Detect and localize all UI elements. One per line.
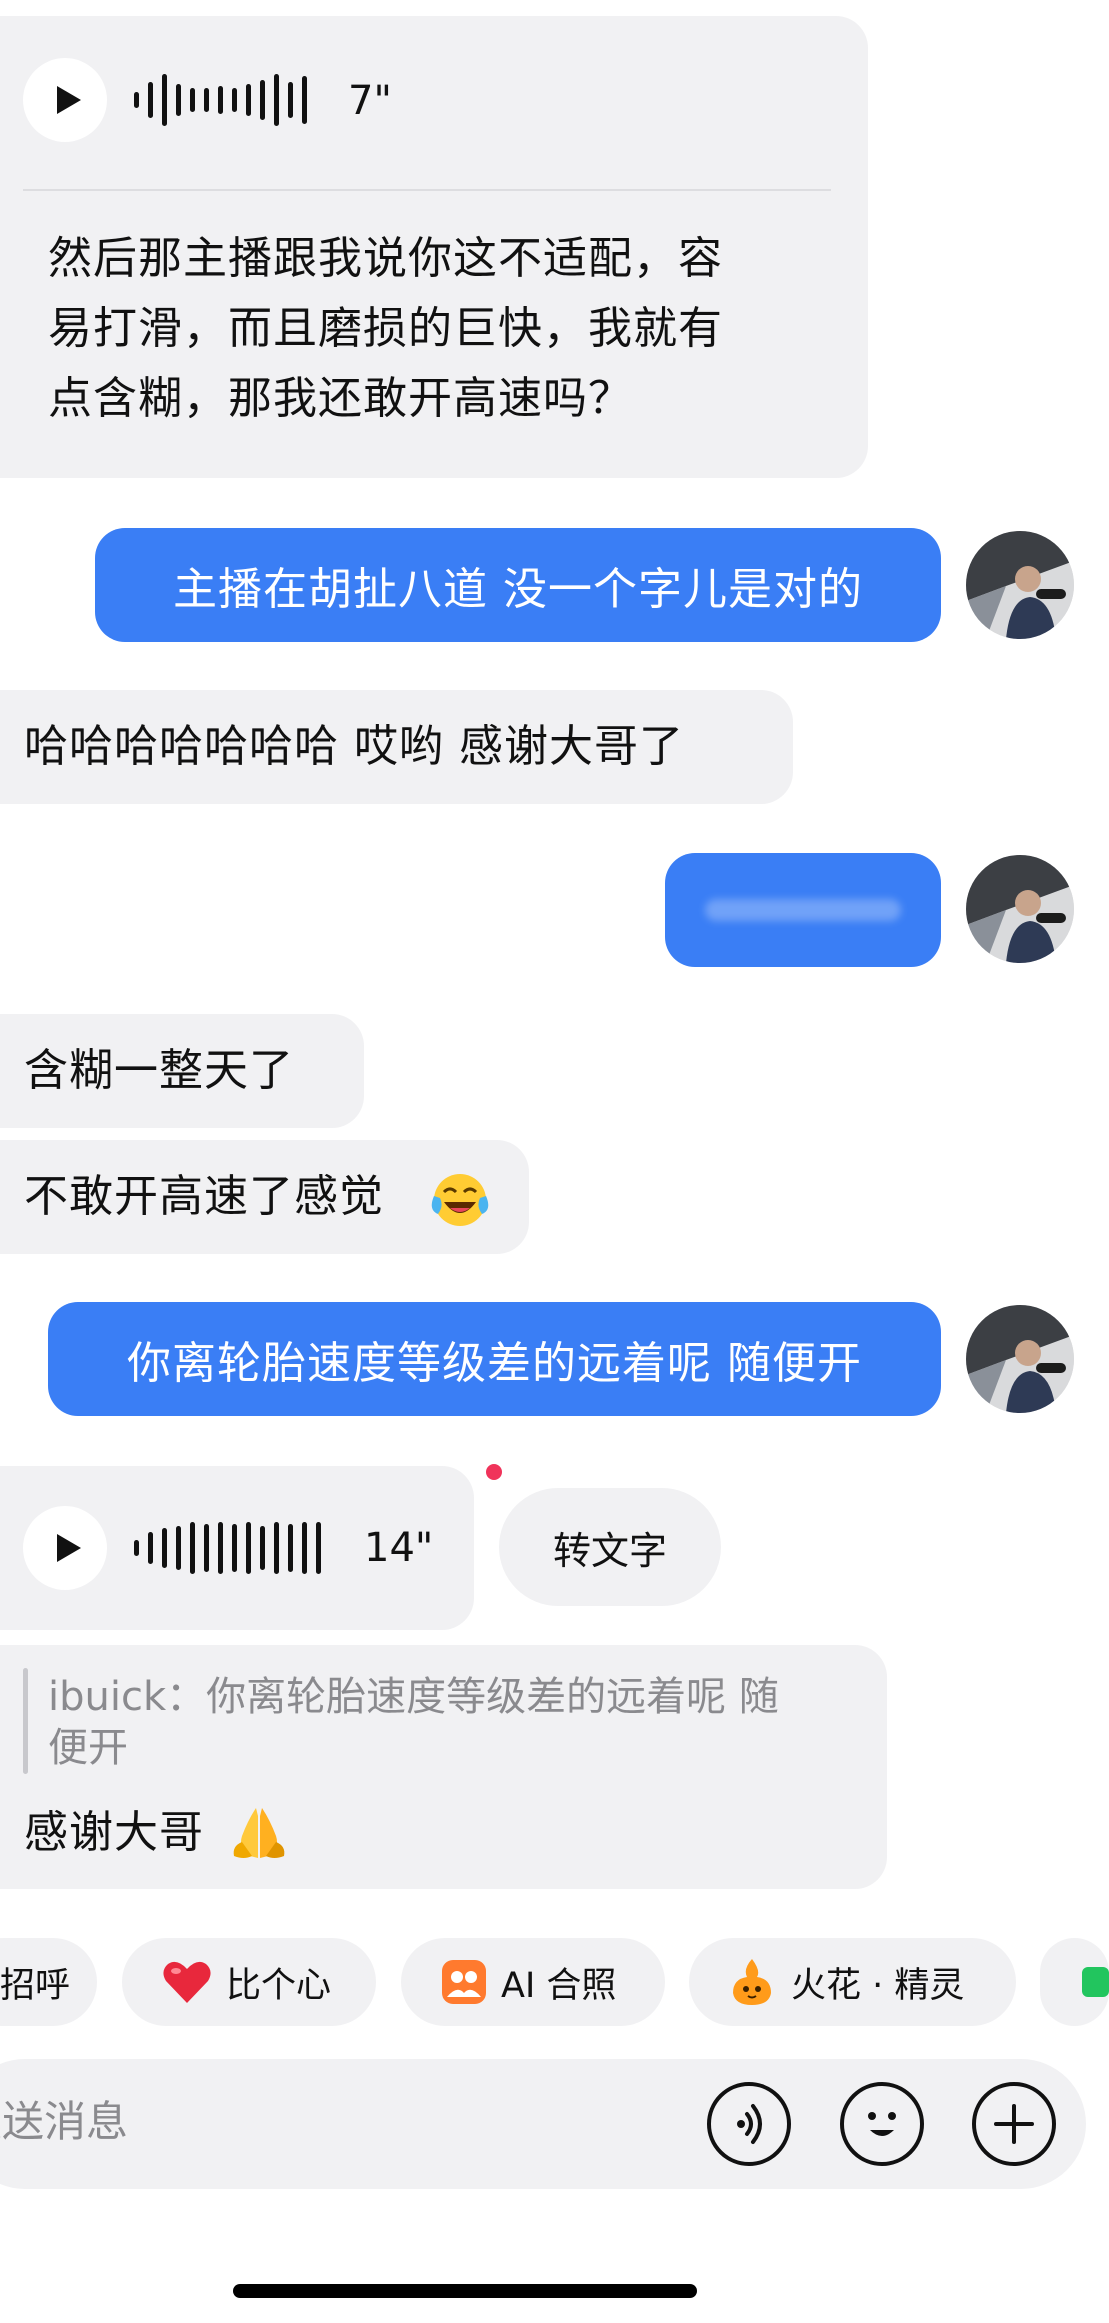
- message-text: 含糊一整天了: [24, 1045, 294, 1096]
- spark-sprite-icon: [727, 1957, 777, 2007]
- emoji-button[interactable]: [840, 2082, 924, 2166]
- voice-waveform: [134, 70, 314, 130]
- home-indicator: [233, 2284, 697, 2298]
- outgoing-message[interactable]: 你离轮胎速度等级差的远着呢 随便开: [48, 1302, 941, 1416]
- chip-label: 招呼: [0, 1965, 71, 2006]
- transcribe-button[interactable]: 转文字: [499, 1488, 721, 1606]
- play-button[interactable]: [23, 58, 107, 142]
- quick-action-spark-sprite[interactable]: 火花 · 精灵: [689, 1938, 1016, 2026]
- quote-bar: [23, 1668, 28, 1774]
- green-chip-icon: [1082, 1967, 1109, 1997]
- play-icon: [57, 1534, 81, 1562]
- outgoing-message[interactable]: 主播在胡扯八道 没一个字儿是对的: [95, 528, 941, 642]
- blurred-text: [705, 899, 901, 921]
- quick-action-ai-photo[interactable]: AI 合照: [401, 1938, 665, 2026]
- play-button[interactable]: [23, 1506, 107, 1590]
- play-icon: [57, 86, 81, 114]
- quoted-text-line: 便开: [48, 1725, 128, 1771]
- message-text: 主播在胡扯八道 没一个字儿是对的: [173, 564, 863, 615]
- voice-duration: 14": [364, 1525, 434, 1571]
- message-input[interactable]: 发送消息: [0, 2096, 128, 2148]
- laughing-tears-emoji: [430, 1170, 490, 1230]
- outgoing-message-blurred[interactable]: [665, 853, 941, 967]
- transcribe-label: 转文字: [552, 1528, 667, 1573]
- voice-transcript-line: 然后那主播跟我说你这不适配，容: [48, 233, 723, 284]
- message-text: 感谢大哥: [24, 1807, 204, 1858]
- avatar-photo-icon: [966, 855, 1074, 963]
- ai-photo-icon: [441, 1959, 487, 2005]
- emoji-face-icon: [868, 2112, 896, 2136]
- avatar-photo-icon: [966, 531, 1074, 639]
- unread-dot: [486, 1464, 502, 1480]
- plus-icon: [994, 2104, 1034, 2144]
- voice-transcript-line: 点含糊，那我还敢开高速吗？: [48, 373, 633, 424]
- message-input-placeholder: 发送消息: [0, 2097, 129, 2146]
- quick-action-heart[interactable]: 比个心: [122, 1938, 376, 2026]
- heart-icon: [162, 1959, 212, 2005]
- voice-icon: [737, 2104, 762, 2144]
- voice-input-button[interactable]: [707, 2082, 791, 2166]
- quoted-text-line: ibuick：你离轮胎速度等级差的远着呢 随: [48, 1674, 779, 1720]
- avatar[interactable]: [966, 531, 1074, 639]
- avatar-photo-icon: [966, 1305, 1074, 1413]
- quick-action-greet[interactable]: 招呼: [0, 1938, 97, 2026]
- chip-label: 火花 · 精灵: [791, 1965, 965, 2006]
- voice-waveform: [134, 1518, 329, 1578]
- chip-label: 比个心: [226, 1965, 332, 2006]
- chip-label: AI 合照: [501, 1965, 617, 2006]
- voice-transcript-divider: [23, 189, 831, 191]
- pray-hands-emoji: [228, 1802, 290, 1864]
- voice-transcript-line: 易打滑，而且磨损的巨快，我就有: [48, 303, 723, 354]
- message-text: 哈哈哈哈哈哈哈 哎哟 感谢大哥了: [24, 721, 684, 772]
- message-text: 你离轮胎速度等级差的远着呢 随便开: [127, 1338, 862, 1389]
- quick-action-more[interactable]: [1040, 1938, 1109, 2026]
- add-button[interactable]: [972, 2082, 1056, 2166]
- voice-duration: 7": [348, 78, 392, 124]
- avatar[interactable]: [966, 1305, 1074, 1413]
- message-text: 不敢开高速了感觉: [24, 1171, 384, 1222]
- avatar[interactable]: [966, 855, 1074, 963]
